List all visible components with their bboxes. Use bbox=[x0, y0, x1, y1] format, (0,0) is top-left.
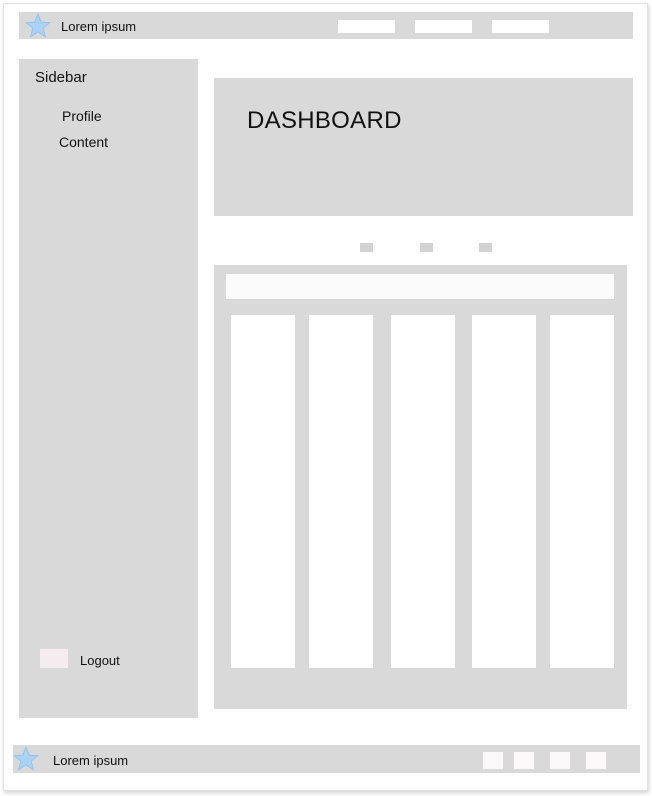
nav-link-3[interactable] bbox=[492, 20, 549, 33]
footer-button-2[interactable] bbox=[514, 752, 534, 769]
sidebar: Sidebar Profile Content Logout bbox=[19, 59, 198, 718]
board-column-1 bbox=[231, 315, 295, 668]
footer-button-4[interactable] bbox=[586, 752, 606, 769]
pager-dot-3[interactable] bbox=[479, 243, 492, 252]
star-icon[interactable] bbox=[25, 13, 51, 39]
nav-link-1[interactable] bbox=[338, 20, 395, 33]
pager-dot-2[interactable] bbox=[420, 243, 433, 252]
header-title: Lorem ipsum bbox=[61, 19, 137, 34]
page-title: DASHBOARD bbox=[247, 107, 402, 134]
board-column-2 bbox=[309, 315, 373, 668]
board-search-bar[interactable] bbox=[226, 274, 614, 299]
content-board bbox=[214, 265, 627, 709]
top-header: Lorem ipsum bbox=[19, 12, 633, 39]
sidebar-item-content[interactable]: Content bbox=[59, 134, 108, 150]
pager-dot-1[interactable] bbox=[360, 243, 373, 252]
logout-button[interactable]: Logout bbox=[80, 653, 120, 668]
footer-title: Lorem ipsum bbox=[53, 753, 129, 768]
star-icon[interactable] bbox=[13, 746, 39, 772]
board-column-4 bbox=[472, 315, 536, 668]
footer: Lorem ipsum bbox=[13, 745, 640, 773]
dashboard-banner: DASHBOARD bbox=[214, 78, 633, 216]
footer-button-3[interactable] bbox=[550, 752, 570, 769]
sidebar-heading: Sidebar bbox=[35, 69, 87, 86]
nav-link-2[interactable] bbox=[415, 20, 472, 33]
board-column-3 bbox=[391, 315, 455, 668]
board-column-5 bbox=[550, 315, 614, 668]
sidebar-item-profile[interactable]: Profile bbox=[62, 108, 102, 124]
logout-icon[interactable] bbox=[40, 649, 68, 668]
footer-button-1[interactable] bbox=[483, 752, 503, 769]
